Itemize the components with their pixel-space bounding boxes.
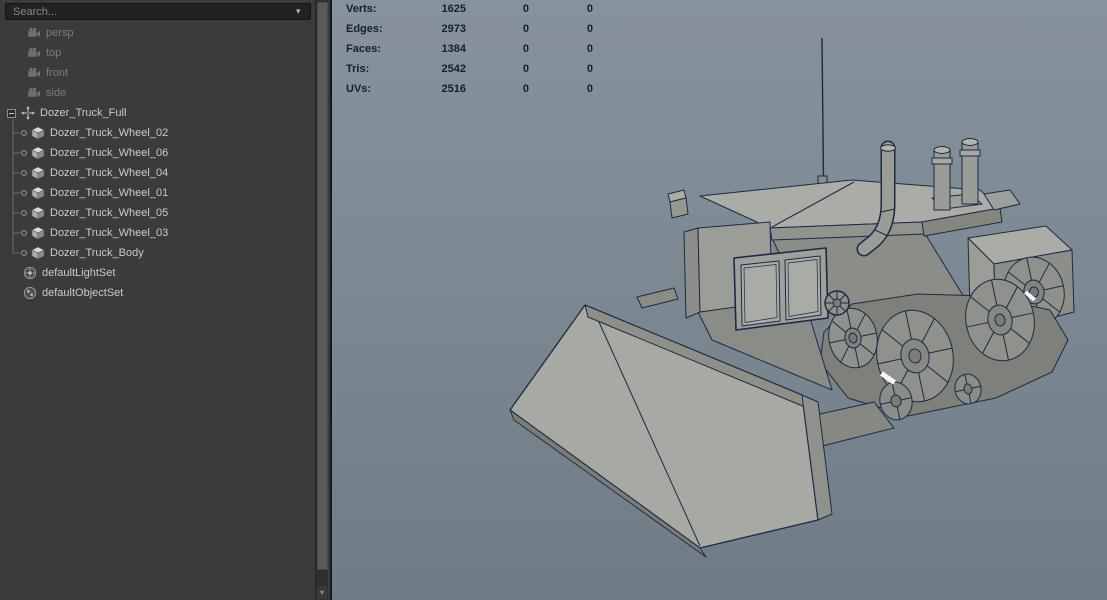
search-input[interactable] xyxy=(5,3,311,20)
winch xyxy=(824,290,850,316)
outliner-item-label: Dozer_Truck_Wheel_05 xyxy=(50,207,169,219)
outliner-item-label: Dozer_Truck_Wheel_04 xyxy=(50,167,169,179)
outliner-item-label: persp xyxy=(46,27,74,39)
outliner-item-label: defaultLightSet xyxy=(42,267,116,279)
outliner-item-dozer-truck-wheel-06[interactable]: Dozer_Truck_Wheel_06 xyxy=(0,143,314,163)
transform-node-icon xyxy=(21,106,35,120)
camera-icon xyxy=(27,46,41,60)
maya-window: ▾ persp xyxy=(0,0,1107,600)
outliner-item-label: defaultObjectSet xyxy=(42,287,124,299)
exhaust-stack xyxy=(959,138,981,205)
outliner-scrollbar[interactable]: ▾ xyxy=(315,0,328,600)
front-lamp xyxy=(667,189,689,219)
scrollbar-thumb[interactable] xyxy=(317,2,328,570)
outliner-item-dozer-truck-wheel-05[interactable]: Dozer_Truck_Wheel_05 xyxy=(0,203,314,223)
collapse-toggle-icon[interactable] xyxy=(7,108,16,118)
camera-icon xyxy=(27,26,41,40)
camera-icon xyxy=(27,86,41,100)
scrollbar-down-button[interactable]: ▾ xyxy=(317,586,327,599)
outliner-item-dozer-truck-wheel-01[interactable]: Dozer_Truck_Wheel_01 xyxy=(0,183,314,203)
exhaust-stack xyxy=(931,146,953,211)
search-dropdown-arrow-icon[interactable]: ▾ xyxy=(296,5,301,17)
outliner-item-front[interactable]: front xyxy=(0,63,314,83)
outliner-item-label: top xyxy=(46,47,62,59)
object-set-icon xyxy=(23,286,37,300)
outliner-item-dozer-truck-full[interactable]: Dozer_Truck_Full xyxy=(0,103,314,123)
mesh-node-icon xyxy=(31,146,45,160)
outliner-item-label: side xyxy=(46,87,67,99)
mesh-node-icon xyxy=(31,186,45,200)
outliner-panel: ▾ persp xyxy=(0,0,332,600)
viewport-3d[interactable]: Verts: 1625 0 0 Edges: 2973 0 0 Faces: 1… xyxy=(332,0,1107,600)
outliner-item-label: Dozer_Truck_Body xyxy=(50,247,144,259)
outliner-item-dozer-truck-body[interactable]: Dozer_Truck_Body xyxy=(0,243,314,263)
dozer-model[interactable] xyxy=(332,0,1107,600)
outliner-item-label: Dozer_Truck_Wheel_02 xyxy=(50,127,169,139)
blade-arm-left xyxy=(636,287,679,309)
outliner-item-default-light-set[interactable]: defaultLightSet xyxy=(0,263,314,283)
light-set-icon xyxy=(23,266,37,280)
outliner-item-label: front xyxy=(46,67,69,79)
camera-icon xyxy=(27,66,41,80)
mesh-node-icon xyxy=(31,226,45,240)
mesh-node-icon xyxy=(31,246,45,260)
outliner-item-label: Dozer_Truck_Wheel_03 xyxy=(50,227,169,239)
outliner-item-label: Dozer_Truck_Wheel_01 xyxy=(50,187,169,199)
outliner-item-dozer-truck-wheel-03[interactable]: Dozer_Truck_Wheel_03 xyxy=(0,223,314,243)
mesh-node-icon xyxy=(31,206,45,220)
mesh-node-icon xyxy=(31,126,45,140)
antenna xyxy=(817,37,828,188)
outliner-item-dozer-truck-wheel-04[interactable]: Dozer_Truck_Wheel_04 xyxy=(0,163,314,183)
outliner-item-dozer-truck-wheel-02[interactable]: Dozer_Truck_Wheel_02 xyxy=(0,123,314,143)
outliner-item-side[interactable]: side xyxy=(0,83,314,103)
outliner-item-default-object-set[interactable]: defaultObjectSet xyxy=(0,283,314,303)
outliner-item-top[interactable]: top xyxy=(0,43,314,63)
outliner-item-label: Dozer_Truck_Full xyxy=(40,107,127,119)
mesh-node-icon xyxy=(31,166,45,180)
outliner-item-persp[interactable]: persp xyxy=(0,23,314,43)
outliner-item-label: Dozer_Truck_Wheel_06 xyxy=(50,147,169,159)
